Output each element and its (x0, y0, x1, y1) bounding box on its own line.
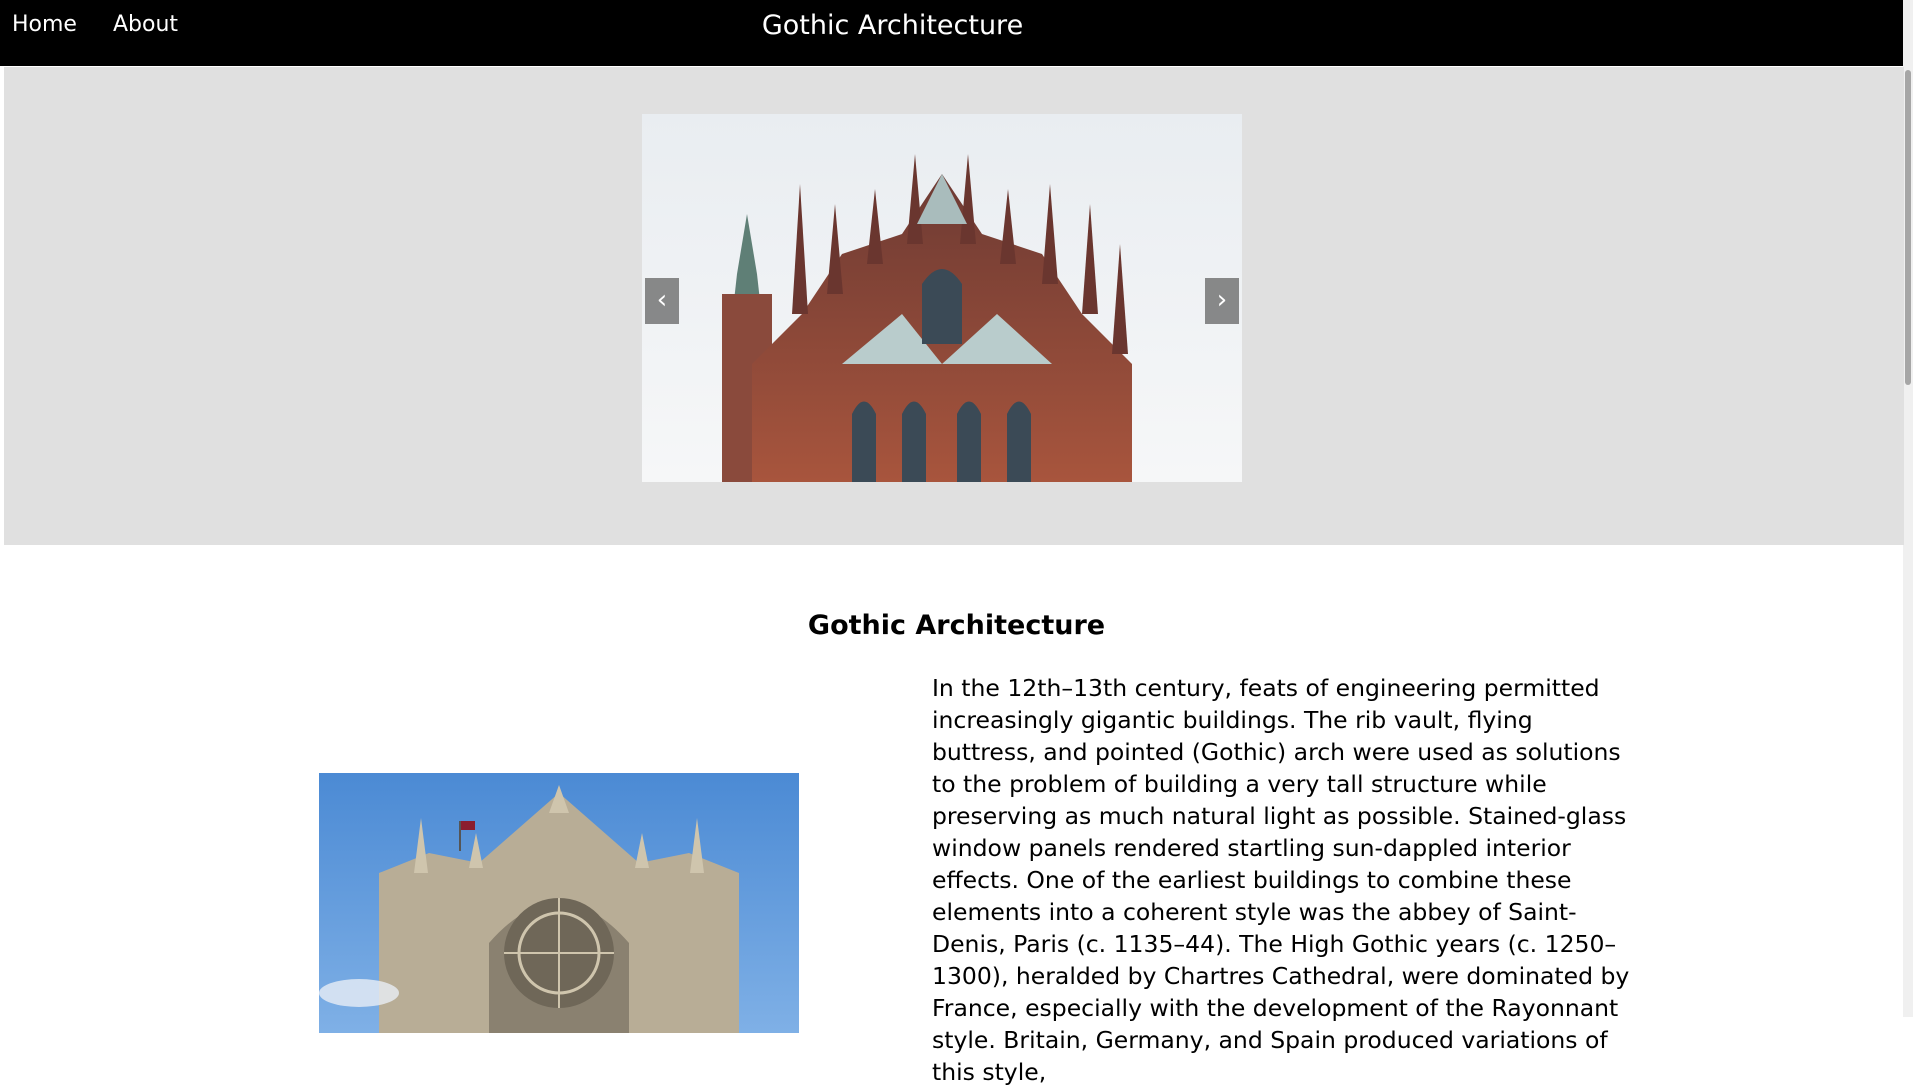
scrollbar-thumb[interactable] (1905, 70, 1911, 385)
carousel-slide-image (642, 114, 1242, 482)
article-heading: Gothic Architecture (807, 610, 1106, 641)
article-body-text: In the 12th–13th century, feats of engin… (932, 674, 1630, 1086)
carousel-next-button[interactable]: › (1205, 278, 1239, 324)
site-title: Gothic Architecture (761, 10, 1024, 41)
page-scrollbar[interactable] (1903, 0, 1913, 1017)
article-cathedral-image (319, 773, 799, 1033)
carousel-prev-button[interactable]: ‹ (645, 278, 679, 324)
top-navbar: Home About Gothic Architecture (0, 0, 1913, 66)
